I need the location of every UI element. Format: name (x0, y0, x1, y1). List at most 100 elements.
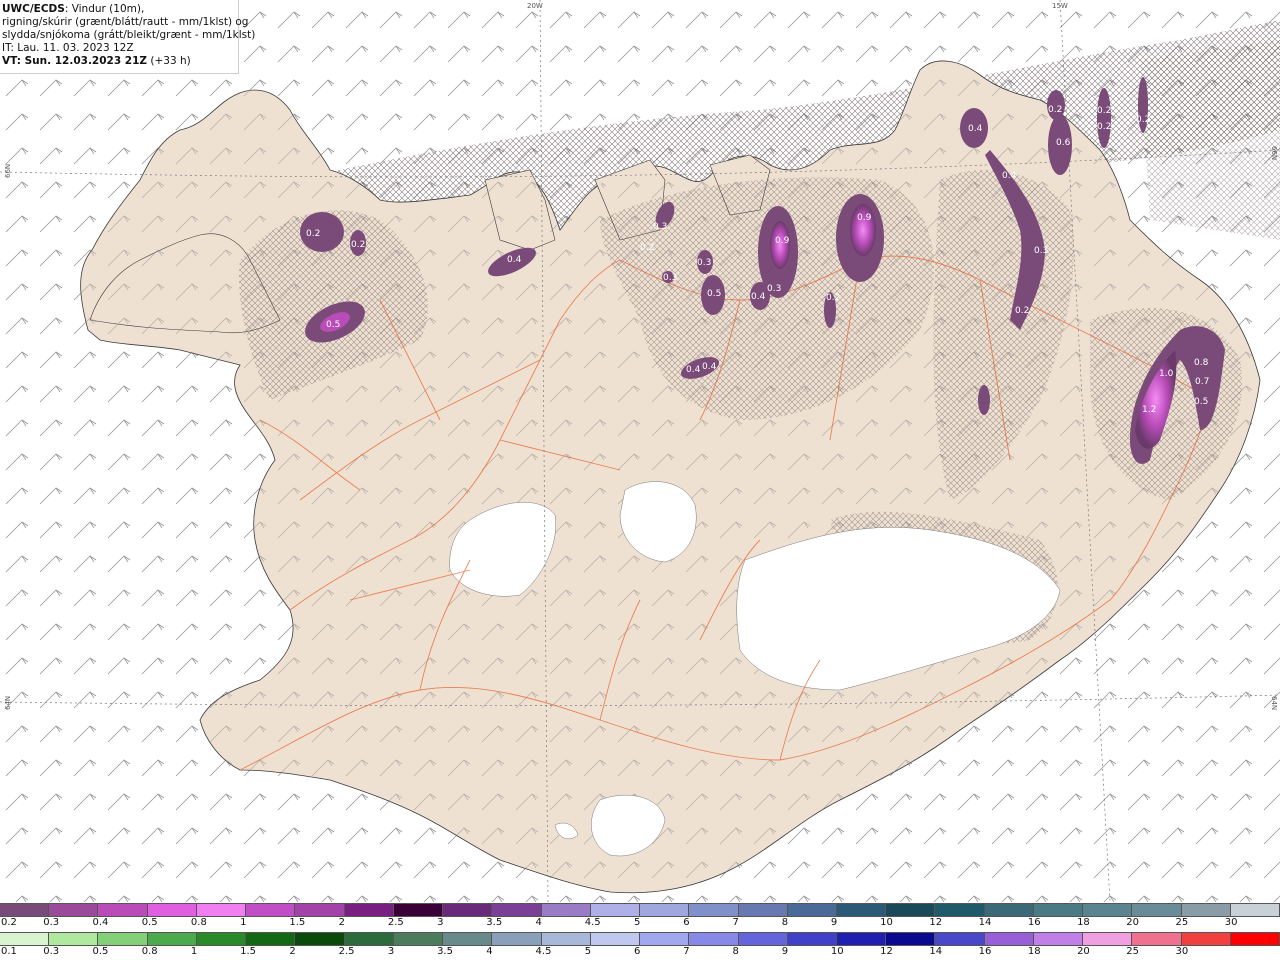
legend-snow-label: 0.4 (92, 917, 109, 928)
legend-rain-label: 4.5 (535, 946, 552, 957)
legend-snow-label: 30 (1224, 917, 1238, 928)
grid-label-64n-right: 64N (1270, 696, 1278, 710)
legend-rain-label: 12 (880, 946, 893, 957)
precip-label: 0.9 (857, 213, 872, 223)
legend-snow-label: 14 (978, 917, 992, 928)
legend-snow-swatches (0, 903, 1280, 917)
legend-rain-label: 16 (978, 946, 992, 957)
legend-rain-labels: 0.1 0.3 0.5 0.8 1 1.5 2 2.5 3 3.5 4 4.5 5 6 7 8 9 10 12 14 1… (0, 946, 1280, 960)
legend-rain-swatch (787, 933, 837, 945)
legend-snow-swatch (1181, 904, 1231, 916)
legend-rain-label: 20 (1077, 946, 1090, 957)
legend-snow-label: 6 (683, 917, 690, 928)
precip-label: 0.4 (507, 255, 522, 265)
precip-label: 0.5 (1194, 397, 1208, 407)
legend-snow-swatch (492, 904, 542, 916)
grid-label-20w: 20W (527, 2, 543, 10)
legend-snow-label: 12 (929, 917, 943, 928)
legend-snow-label: 9 (830, 917, 838, 928)
legend-rain-swatch (984, 933, 1034, 945)
legend-snow-swatch (1230, 904, 1280, 916)
legend-rain-swatch (1132, 933, 1182, 945)
precip-label: 0.2 (1097, 106, 1111, 116)
legend-snow-swatch (196, 904, 247, 916)
precip-label: 0.3 (697, 258, 711, 268)
legend-snow-scale: 0.2 0.3 0.4 0.5 0.8 1 1.5 2 2.5 3 3.5 4 4.5 5 6 7 8 9 10 12… (0, 903, 1280, 931)
legend-rain-swatch (738, 933, 788, 945)
precip-label: 0.4 (686, 365, 701, 375)
legend-rain-swatch (689, 933, 739, 945)
precip-label: 0.9 (775, 236, 790, 246)
legend-rain-label: 7 (683, 946, 690, 957)
legend-rain-label: 30 (1175, 946, 1189, 957)
legend-snow-label: 3 (437, 917, 444, 928)
legend-rain-swatch (393, 933, 444, 945)
legend-snow-label: 4 (535, 917, 542, 928)
precip-label: 0.2 (306, 229, 320, 239)
legend-snow-swatch (246, 904, 296, 916)
precip-label: 0.7 (1195, 377, 1209, 387)
legend-rain-swatch (640, 933, 690, 945)
precip-label: 0.4 (751, 292, 766, 302)
legend-snow-swatch (886, 904, 936, 916)
legend-snow-label: 16 (1027, 917, 1041, 928)
forecast-info-box: UWC/ECDS: Vindur (10m), rigning/skúrir (… (0, 0, 255, 74)
legend-rain-label: 5 (584, 946, 592, 957)
legend-rain-swatch (836, 933, 887, 945)
init-time: IT: Lau. 11. 03. 2023 12Z (2, 42, 134, 54)
legend-rain-label: 1.5 (240, 946, 257, 957)
precip-label: 0.2 (1048, 105, 1062, 115)
legend-snow-swatch (984, 904, 1034, 916)
grid-label-66n-left: 66N (4, 164, 12, 178)
weather-map: 20W 15W 66N 66N 64N 64N 0.2 0.2 0.5 0.4 … (0, 0, 1280, 902)
legend-snow-label: 10 (880, 917, 893, 928)
legend-snow-swatch (147, 904, 197, 916)
legend-snow-label: 7 (732, 917, 739, 928)
legend-snow-label: 0.5 (141, 917, 158, 928)
legend-snow-label: 0.2 (1, 917, 17, 928)
legend-rain-swatches (0, 932, 1280, 946)
precip-label: 0.6 (1056, 138, 1071, 148)
legend-rain-label: 8 (732, 946, 739, 957)
legend-snow-swatch (393, 904, 444, 916)
legend-rain-swatch (492, 933, 542, 945)
legend-snow-swatch (344, 904, 394, 916)
legend-rain-label: 18 (1027, 946, 1041, 957)
legend-snow-label: 0.8 (190, 917, 207, 928)
precip-label: 0.3 (1034, 246, 1048, 256)
precip-label: 0.2 (351, 240, 365, 250)
precip-label: 0.2 (1097, 122, 1111, 132)
legend-snow-swatch (295, 904, 345, 916)
legend-snow-swatch (0, 904, 50, 916)
precip-label: 0.3 (663, 273, 677, 283)
legend-rain-swatch (295, 933, 345, 945)
legend-snow-swatch (1033, 904, 1084, 916)
precip-label: 0.2 (1136, 115, 1150, 125)
legend-rain-label: 0.8 (141, 946, 158, 957)
product-desc-2: rigning/skúrir (grænt/blátt/rautt - mm/1… (2, 16, 249, 28)
legend-rain-swatch (0, 933, 50, 945)
lead-time: (+33 h) (147, 55, 191, 67)
product-desc-1: : Vindur (10m), (64, 3, 145, 15)
valid-time: VT: Sun. 12.03.2023 21Z (2, 55, 148, 67)
precip-label: 0.4 (968, 124, 983, 134)
legend-rain-swatch (1033, 933, 1084, 945)
legend-snow-label: 18 (1077, 917, 1090, 928)
legend-snow-swatch (541, 904, 591, 916)
legend-rain-label: 2 (289, 946, 296, 957)
legend-snow-labels: 0.2 0.3 0.4 0.5 0.8 1 1.5 2 2.5 3 3.5 4 4.5 5 6 7 8 9 10 12… (0, 917, 1280, 931)
legend-rain-label: 3 (387, 946, 395, 957)
legend-snow-label: 2.5 (387, 917, 404, 928)
legend-rain-label: 0.1 (1, 946, 17, 957)
precip-label: 0.4 (1002, 171, 1017, 181)
legend-snow-label: 4.5 (584, 917, 601, 928)
legend-rain-swatch (886, 933, 936, 945)
legend-snow-label: 1.5 (289, 917, 306, 928)
legend-rain-swatch (49, 933, 99, 945)
precip-label: 0.2 (1015, 306, 1029, 316)
legend-snow-label: 3.5 (486, 917, 503, 928)
legend-rain-label: 6 (634, 946, 641, 957)
legend-rain-label: 10 (830, 946, 844, 957)
legend-snow-swatch (836, 904, 887, 916)
legend-snow-label: 2 (338, 917, 345, 928)
